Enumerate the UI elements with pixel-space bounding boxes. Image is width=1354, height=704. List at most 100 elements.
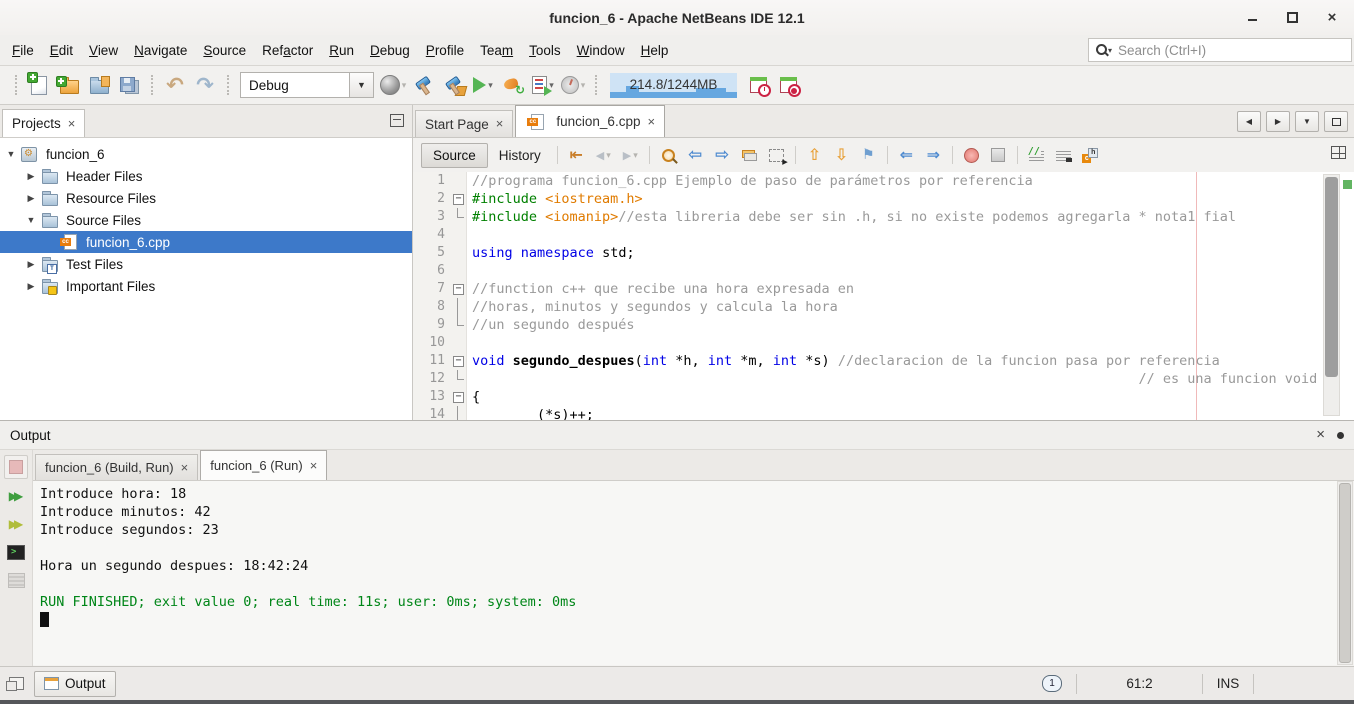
combo-dropdown-icon[interactable]: ▼ [349,73,373,97]
tree-item-funcion-6-cpp[interactable]: ccfuncion_6.cpp [0,231,412,253]
history-view-button[interactable]: History [488,144,552,167]
menu-profile[interactable]: Profile [418,38,472,63]
fold-marker[interactable]: − [450,190,467,208]
start-macro-recording-button[interactable] [958,142,985,168]
rerun-button[interactable] [5,485,27,507]
close-icon[interactable]: × [1316,428,1325,442]
debug-project-button[interactable] [498,70,528,100]
tree-item-source-files[interactable]: ▼Source Files [0,209,412,231]
tab-funcion-6-cpp[interactable]: cc funcion_6.cpp × [515,105,665,137]
quick-search[interactable]: ▾ [1088,38,1352,62]
menu-tools[interactable]: Tools [521,38,569,63]
insert-mode-indicator[interactable]: INS [1203,676,1253,691]
expander-icon[interactable]: ▶ [24,281,38,292]
tree-item-test-files[interactable]: ▶TTest Files [0,253,412,275]
run-project-button[interactable]: ▾ [468,70,498,100]
new-file-button[interactable] [24,70,54,100]
open-project-button[interactable] [84,70,114,100]
menu-run[interactable]: Run [321,38,362,63]
fold-marker[interactable]: − [450,352,467,370]
close-icon[interactable]: × [68,119,76,129]
tree-item-resource-files[interactable]: ▶Resource Files [0,187,412,209]
shift-left-button[interactable] [893,142,920,168]
memory-indicator[interactable]: 214.8/1244MB [610,73,737,98]
shift-right-button[interactable] [920,142,947,168]
menu-help[interactable]: Help [633,38,677,63]
scrollbar-thumb[interactable] [1339,483,1351,663]
save-all-button[interactable] [114,70,144,100]
minimize-panel-icon[interactable] [390,114,404,127]
uncomment-button[interactable] [1023,142,1050,168]
close-icon[interactable]: × [647,117,655,127]
profile-project-button[interactable]: ▾ [528,70,558,100]
notifications-badge[interactable]: 1 [1042,675,1062,692]
code-line-9[interactable]: 9//un segundo después [413,316,1354,334]
rectangular-selection-button[interactable] [763,142,790,168]
tree-item-header-files[interactable]: ▶Header Files [0,165,412,187]
scroll-tabs-right-button[interactable]: ▶ [1266,111,1290,132]
menu-refactor[interactable]: Refactor [254,38,321,63]
tree-item-funcion-6[interactable]: ▼⚙funcion_6 [0,143,412,165]
clean-build-button[interactable] [438,70,468,100]
search-input[interactable] [1116,42,1351,59]
close-icon[interactable]: × [496,119,504,129]
menu-team[interactable]: Team [472,38,521,63]
expander-icon[interactable]: ▼ [24,215,38,225]
tree-item-important-files[interactable]: ▶Important Files [0,275,412,297]
output-minimized-button[interactable]: Output [34,671,116,697]
forward-button[interactable]: ▾ [617,142,644,168]
dock-window-icon[interactable] [9,677,24,690]
expander-icon[interactable]: ▶ [24,193,38,204]
code-line-14[interactable]: 14 (*s)++; [413,406,1354,420]
menu-navigate[interactable]: Navigate [126,38,195,63]
tab-projects[interactable]: Projects × [2,109,85,137]
close-icon[interactable]: × [310,461,318,471]
connect-button[interactable]: ▾ [378,70,408,100]
new-project-button[interactable] [54,70,84,100]
menu-window[interactable]: Window [569,38,633,63]
undo-button[interactable] [160,70,190,100]
code-line-2[interactable]: 2−#include <iostream.h> [413,190,1354,208]
menu-view[interactable]: View [81,38,126,63]
code-line-4[interactable]: 4 [413,226,1354,244]
maximize-editor-button[interactable] [1324,111,1348,132]
menu-debug[interactable]: Debug [362,38,418,63]
code-line-8[interactable]: 8//horas, minutos y segundos y calcula l… [413,298,1354,316]
fold-marker[interactable]: − [450,388,467,406]
maximize-button[interactable] [1284,10,1300,26]
code-line-1[interactable]: 1//programa funcion_6.cpp Ejemplo de pas… [413,172,1354,190]
previous-bookmark-button[interactable] [801,142,828,168]
editor-vertical-scrollbar[interactable] [1323,174,1340,416]
scroll-tabs-left-button[interactable]: ◀ [1237,111,1261,132]
tab-list-dropdown-button[interactable]: ▼ [1295,111,1319,132]
search-dropdown-icon[interactable]: ▾ [1108,46,1112,55]
redo-button[interactable] [190,70,220,100]
stop-macro-recording-button[interactable] [985,142,1012,168]
split-document-button[interactable] [1331,146,1346,164]
build-project-button[interactable] [408,70,438,100]
tab-start-page[interactable]: Start Page × [415,110,513,137]
minimize-button[interactable] [1244,10,1260,26]
code-line-5[interactable]: 5using namespace std; [413,244,1354,262]
toggle-highlight-button[interactable] [736,142,763,168]
toggle-bookmark-button[interactable] [855,142,882,168]
code-line-11[interactable]: 11−void segundo_despues(int *h, int *m, … [413,352,1354,370]
tab-funcion-6-run[interactable]: funcion_6 (Run) × [200,450,327,480]
profiler-snapshot-button[interactable] [743,70,773,100]
fold-marker[interactable]: − [450,280,467,298]
source-view-button[interactable]: Source [421,143,488,168]
terminal-button[interactable] [5,541,27,563]
find-previous-button[interactable] [682,142,709,168]
code-line-12[interactable]: 12 // es una funcion void [413,370,1354,388]
run-dropdown-icon[interactable]: ▾ [488,80,493,91]
last-edit-location-button[interactable] [563,142,590,168]
code-line-7[interactable]: 7−//function c++ que recibe una hora exp… [413,280,1354,298]
back-button[interactable]: ▾ [590,142,617,168]
expander-icon[interactable]: ▶ [24,259,38,270]
console-output[interactable]: Introduce hora: 18Introduce minutos: 42I… [33,481,1338,665]
tab-funcion-6-build-run[interactable]: funcion_6 (Build, Run) × [35,454,198,480]
menu-file[interactable]: File [4,38,42,63]
find-selection-button[interactable] [655,142,682,168]
find-next-button[interactable] [709,142,736,168]
next-bookmark-button[interactable] [828,142,855,168]
